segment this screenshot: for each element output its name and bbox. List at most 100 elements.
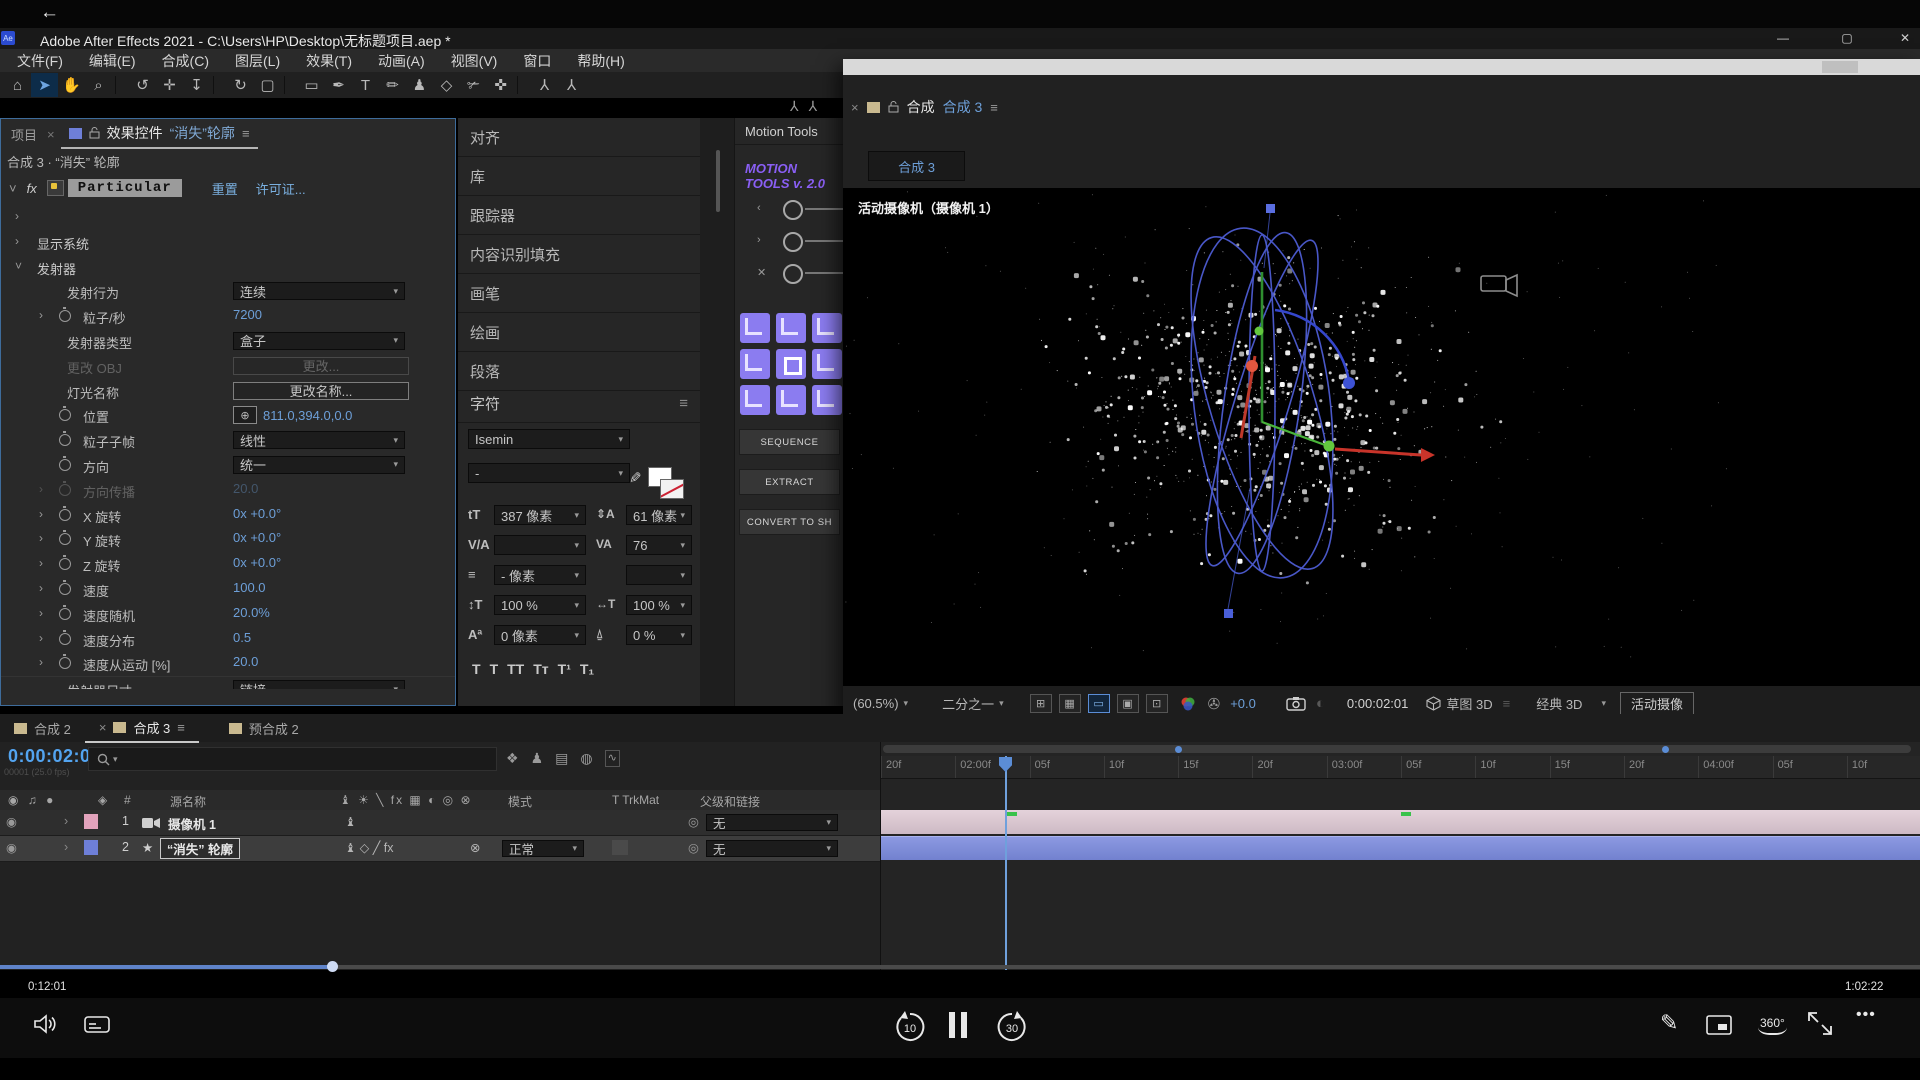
time-ruler[interactable]: 20f02:00f05f10f15f20f03:00f05f10f15f20f0… [881,756,1920,779]
menu-item[interactable]: 合成(C) [151,51,220,71]
font-style-select[interactable]: -▾ [468,463,630,483]
menu-item[interactable]: 编辑(E) [78,51,147,71]
faux-style-button[interactable]: Tᴛ [533,661,548,677]
pen-tool-icon[interactable]: ✒ [325,73,352,97]
camera-marquee-tool-icon[interactable]: ▢ [254,73,281,97]
stopwatch-icon[interactable] [59,583,71,595]
expand-icon[interactable]: › [39,308,43,322]
tab-precomp-2[interactable]: 预合成 2 [215,714,313,742]
property-value[interactable]: 20.0 [233,481,258,496]
expand-icon[interactable]: ˅ [15,259,22,273]
layer-color-swatch[interactable] [84,814,98,829]
expand-icon[interactable]: › [39,531,43,545]
snapshot-icon[interactable] [1286,696,1306,711]
layer-bar-outline[interactable] [881,836,1920,860]
magnification-select[interactable]: (60.5%)▾ [853,696,908,711]
layer-row-2[interactable]: ◉ › 2 ★ “消失” 轮廓 ♝ ◇ ╱ fx ⊗ 正常▾ ◎ 无▾ [0,836,880,862]
tab-comp-2[interactable]: 合成 2 [0,714,85,742]
layer-name[interactable]: 摄像机 1 [168,814,216,833]
show-snapshot-icon[interactable]: ◐ [1316,695,1325,712]
sep[interactable] [115,76,126,94]
video-eye-icon[interactable]: ◉ [6,814,17,829]
parent-select[interactable]: 无▾ [706,840,838,857]
stopwatch-icon[interactable] [59,633,71,645]
parent-link-column[interactable]: 父级和链接 [700,793,760,810]
back-icon[interactable]: ← [40,2,59,24]
source-name-column[interactable]: 源名称 [170,793,206,810]
mask-visibility-icon[interactable]: ▣ [1117,694,1139,713]
expand-icon[interactable]: › [64,814,68,828]
expand-icon[interactable]: › [15,209,19,223]
close-button[interactable]: ✕ [1890,30,1920,47]
layer-switches[interactable]: ♝ [345,814,356,829]
orbit-camera-tool-icon[interactable]: ↺ [129,73,156,97]
motion-tools-slider[interactable]: ✕ [735,261,844,287]
easing-preset[interactable] [812,313,842,343]
slider-mode-icon[interactable]: ✕ [757,266,766,279]
layer-3d-switch[interactable]: ⊗ [470,840,480,855]
viewer-menu-icon[interactable]: ≡ [990,100,998,115]
faux-style-button[interactable]: T [472,661,481,677]
person-tool-a-icon[interactable]: ⅄ [531,73,558,97]
resolution-select[interactable]: 二分之一▾ [942,694,1004,713]
zoom-tool-icon[interactable]: ⌕ [85,73,112,97]
property-value[interactable]: 20.0 [233,654,258,669]
panel-header[interactable]: 画笔 [458,274,700,313]
expand-icon[interactable]: › [39,606,43,620]
easing-preset[interactable] [740,385,770,415]
expand-icon[interactable]: › [39,655,43,669]
pickwhip-icon[interactable]: ◎ [688,814,699,829]
property-value[interactable]: 更改... [233,357,409,375]
unlock-icon[interactable] [888,101,899,113]
grid-guides-icon[interactable]: ⊞ [1030,694,1052,713]
floating-window-titlebar[interactable] [843,59,1920,75]
tab-project[interactable]: 项目 [1,125,47,144]
property-value[interactable]: 100.0 [233,580,266,595]
viewer-panel-tab[interactable]: × 合成 合成 3 ≡ [851,97,998,117]
menu-item[interactable]: 图层(L) [224,51,291,71]
skip-back-10-button[interactable]: 10 [893,1010,927,1044]
panel-header[interactable]: 对齐 [458,118,700,157]
puppet-pin-tool-icon[interactable]: ✜ [487,73,514,97]
easing-preset[interactable] [776,349,806,379]
sep[interactable] [213,76,224,94]
stopwatch-icon[interactable] [59,484,71,496]
view-layout-icon[interactable]: ⊡ [1146,694,1168,713]
stopwatch-icon[interactable] [59,310,71,322]
motion-blur-icon[interactable]: ◍ [580,750,592,767]
unlock-icon[interactable] [89,127,100,139]
edit-pencil-icon[interactable]: ✎ [1660,1010,1678,1036]
close-icon[interactable]: × [99,720,107,735]
property-value[interactable]: 20.0% [233,605,270,620]
motion-tools-slider[interactable]: › [735,229,844,255]
viewport[interactable]: 活动摄像机（摄像机 1） [843,188,1920,685]
floating-window-button[interactable] [1822,61,1858,73]
character-menu-icon[interactable]: ≡ [679,395,688,412]
stopwatch-icon[interactable] [59,657,71,669]
player-progress-track[interactable] [0,965,1920,969]
vertical-scale-select[interactable]: 100 %▾ [494,595,586,615]
tab-comp-3[interactable]: × 合成 3 ≡ [85,713,199,743]
stopwatch-icon[interactable] [59,459,71,471]
menu-item[interactable]: 窗口 [512,51,562,71]
video-eye-icon[interactable]: ◉ [6,840,17,855]
faux-style-button[interactable]: T¹ [558,661,571,677]
fx-badge-icon[interactable]: fx [27,181,37,196]
kerning-select[interactable]: ▾ [494,535,586,555]
roi-icon[interactable]: ▭ [1088,694,1110,713]
trkmat-box[interactable] [612,840,628,855]
graph-editor-icon[interactable]: ∿ [605,750,620,767]
character-panel-title[interactable]: 字符 [470,393,500,414]
menu-item[interactable]: 动画(A) [367,51,436,71]
stopwatch-icon[interactable] [59,533,71,545]
font-size-select[interactable]: 387 像素▾ [494,505,586,525]
rectangle-tool-icon[interactable]: ▭ [298,73,325,97]
tab-effect-controls[interactable]: 效果控件 “消失”轮廓 ≡ [61,119,258,149]
expand-icon[interactable]: › [39,581,43,595]
layer-switches[interactable]: ♝ ◇ ╱ fx [345,840,394,855]
property-value[interactable]: 链接▾ [233,680,405,689]
pan-camera-tool-icon[interactable]: ✛ [156,73,183,97]
keyframe-marker[interactable] [1007,812,1017,816]
panel-menu-icon[interactable]: ≡ [242,126,250,141]
clone-stamp-tool-icon[interactable]: ♟ [406,73,433,97]
